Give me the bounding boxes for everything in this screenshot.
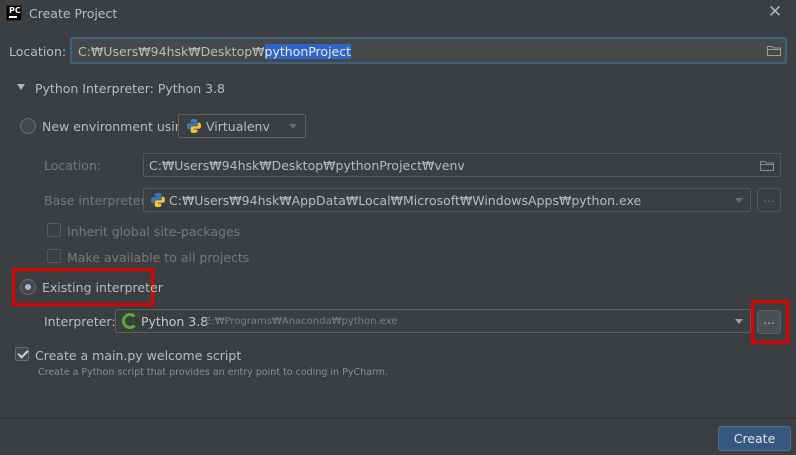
- env-location-input[interactable]: C:₩Users₩94hsk₩Desktop₩pythonProject₩ven…: [143, 153, 781, 177]
- location-value-prefix: C:₩Users₩94hsk₩Desktop₩: [78, 44, 265, 59]
- interpreter-name: Python 3.8: [141, 314, 209, 329]
- expand-triangle-icon[interactable]: [17, 84, 25, 90]
- interpreter-path: E:₩Programs₩Anaconda₩python.exe: [205, 316, 398, 327]
- welcome-script-checkbox[interactable]: [15, 347, 29, 361]
- new-environment-label[interactable]: New environment using: [42, 119, 191, 134]
- location-value: C:₩Users₩94hsk₩Desktop₩pythonProject: [78, 44, 352, 59]
- interpreter-select[interactable]: Python 3.8 E:₩Programs₩Anaconda₩python.e…: [115, 309, 751, 333]
- app-icon-text: PC: [9, 6, 21, 15]
- footer-divider: [0, 418, 796, 419]
- env-location-value: C:₩Users₩94hsk₩Desktop₩pythonProject₩ven…: [149, 158, 465, 173]
- base-interpreter-select[interactable]: C:₩Users₩94hsk₩AppData₩Local₩Microsoft₩W…: [143, 188, 751, 212]
- chevron-down-icon: [735, 198, 743, 203]
- location-input[interactable]: C:₩Users₩94hsk₩Desktop₩pythonProject: [70, 37, 787, 64]
- python-icon: [151, 193, 165, 207]
- base-interpreter-value: C:₩Users₩94hsk₩AppData₩Local₩Microsoft₩W…: [169, 193, 642, 208]
- interpreter-label: Interpreter:: [44, 314, 116, 329]
- folder-icon[interactable]: [767, 45, 782, 56]
- welcome-script-help: Create a Python script that provides an …: [38, 367, 388, 378]
- folder-icon[interactable]: [760, 160, 775, 171]
- env-location-label: Location:: [44, 158, 102, 173]
- inherit-packages-label: Inherit global site-packages: [67, 224, 241, 239]
- pycharm-logo: PC: [6, 5, 22, 21]
- spinner-icon: [122, 313, 138, 329]
- environment-tool-select[interactable]: Virtualenv: [178, 114, 306, 138]
- interpreter-browse-button[interactable]: ...: [757, 310, 781, 334]
- base-interpreter-label: Base interpreter:: [44, 193, 150, 208]
- close-icon[interactable]: ✕: [766, 3, 784, 21]
- new-environment-radio[interactable]: [20, 118, 36, 134]
- title-bar: PC Create Project ✕: [0, 0, 796, 28]
- welcome-script-label[interactable]: Create a main.py welcome script: [35, 348, 241, 363]
- create-button[interactable]: Create: [718, 426, 791, 451]
- base-interpreter-browse-button[interactable]: ...: [757, 188, 781, 212]
- location-label: Location:: [9, 44, 67, 59]
- existing-interpreter-label[interactable]: Existing interpreter: [42, 280, 163, 295]
- existing-interpreter-radio[interactable]: [20, 279, 36, 295]
- location-value-selected: pythonProject: [264, 44, 352, 59]
- environment-tool-value: Virtualenv: [206, 119, 270, 134]
- interpreter-section-title[interactable]: Python Interpreter: Python 3.8: [35, 81, 225, 96]
- window-title: Create Project: [29, 6, 118, 21]
- make-available-checkbox[interactable]: [47, 249, 61, 263]
- python-icon: [187, 119, 201, 133]
- chevron-down-icon: [735, 319, 743, 324]
- inherit-packages-checkbox[interactable]: [47, 223, 61, 237]
- chevron-down-icon: [289, 124, 297, 129]
- make-available-label: Make available to all projects: [67, 250, 250, 265]
